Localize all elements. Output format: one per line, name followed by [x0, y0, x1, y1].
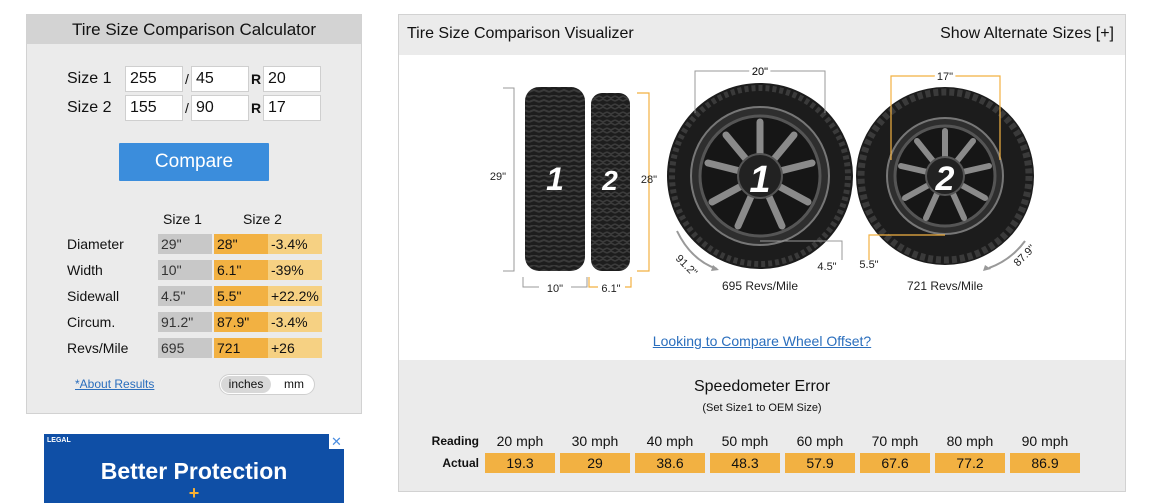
size-2-aspect-input[interactable]: 90	[191, 95, 249, 121]
ad-tag: LEGAL	[47, 437, 71, 444]
actual-value: 67.6	[860, 453, 930, 473]
wheel-2-revs-per-mile: 721 Revs/Mile	[907, 279, 983, 293]
reading-value: 30 mph	[571, 433, 619, 449]
result-name: Revs/Mile	[67, 340, 129, 356]
speedometer-error-section: Speedometer Error (Set Size1 to OEM Size…	[399, 360, 1125, 491]
reading-value: 70 mph	[871, 433, 919, 449]
side-tire-2-diameter: 28"	[641, 174, 657, 186]
actual-value: 57.9	[785, 453, 855, 473]
units-toggle[interactable]: inches mm	[219, 374, 315, 395]
size-1-aspect-input[interactable]: 45	[191, 66, 249, 92]
wheel-2-circumference: 87.9"	[1012, 243, 1038, 269]
reading-value: 40 mph	[646, 433, 694, 449]
result-size-1-value: 29"	[158, 234, 212, 254]
visualizer-panel: Tire Size Comparison Visualizer Show Alt…	[398, 14, 1126, 492]
result-name: Sidewall	[67, 288, 120, 304]
actual-value: 48.3	[710, 453, 780, 473]
advertisement-banner[interactable]: LEGAL ✕ Better Protection +	[44, 434, 344, 503]
side-tire-2: 2	[591, 93, 630, 271]
result-size-1-value: 10"	[158, 260, 212, 280]
wheel-1-number: 1	[749, 159, 770, 201]
size-1-row: Size 1 255 / 45 R 20	[67, 66, 321, 92]
result-size-1-value: 4.5"	[158, 286, 212, 306]
wheel-1-rim-size-text: 20"	[752, 66, 768, 78]
size-2-label: Size 2	[67, 99, 112, 116]
visualizer-header: Tire Size Comparison Visualizer Show Alt…	[399, 15, 1125, 55]
wheel-1-revs-per-mile: 695 Revs/Mile	[722, 279, 798, 293]
units-option-mm[interactable]: mm	[284, 376, 304, 393]
result-name: Diameter	[67, 236, 124, 252]
size-2-row: Size 2 155 / 90 R 17	[67, 95, 321, 121]
wheel-2-rim-size: 17"	[937, 71, 953, 83]
speedometer-title: Speedometer Error	[693, 378, 831, 395]
actual-value: 38.6	[635, 453, 705, 473]
result-size-2-value: 28"	[214, 234, 268, 254]
compare-wheel-offset-link[interactable]: Looking to Compare Wheel Offset?	[399, 333, 1125, 349]
actual-value: 77.2	[935, 453, 1005, 473]
reading-value: 20 mph	[496, 433, 544, 449]
size-2-width-input[interactable]: 155	[125, 95, 183, 121]
calculator-title: Tire Size Comparison Calculator	[27, 15, 361, 44]
result-row-diameter: Diameter 29" 28" -3.4%	[67, 234, 322, 254]
result-difference: +26	[268, 338, 322, 358]
result-name: Circum.	[67, 314, 116, 330]
result-name: Width	[67, 262, 103, 278]
result-row-width: Width 10" 6.1" -39%	[67, 260, 322, 280]
actual-label: Actual	[442, 456, 479, 470]
result-size-2-value: 5.5"	[214, 286, 268, 306]
reading-label: Reading	[431, 434, 479, 448]
ad-plus-icon: +	[188, 483, 200, 503]
side-tire-1-number: 1	[546, 161, 564, 197]
size-1-label: Size 1	[67, 70, 112, 87]
result-difference: +22.2%	[268, 286, 322, 306]
result-row-revs-per-mile: Revs/Mile 695 721 +26	[67, 338, 322, 358]
result-size-2-value: 87.9"	[214, 312, 268, 332]
units-option-inches[interactable]: inches	[221, 376, 271, 393]
result-size-1-value: 91.2"	[158, 312, 212, 332]
side-tire-1-width: 10"	[547, 283, 563, 295]
result-difference: -3.4%	[268, 312, 322, 332]
visualizer-title: Tire Size Comparison Visualizer	[407, 25, 634, 42]
result-size-1-value: 695	[158, 338, 212, 358]
visualizer-stage: 1 2 29" 28" 10" 6.1" 1 20" 20" 4.5" 91.2…	[399, 55, 1125, 360]
reading-value: 60 mph	[796, 433, 844, 449]
actual-value: 19.3	[485, 453, 555, 473]
wheel-2-sidewall: 5.5"	[859, 259, 878, 271]
results-header-size-2: Size 2	[243, 211, 282, 227]
side-tire-2-width: 6.1"	[601, 283, 620, 295]
side-tire-1-diameter: 29"	[490, 171, 506, 183]
calculator-panel: Tire Size Comparison Calculator Size 1 2…	[26, 14, 362, 414]
size-1-rim-input[interactable]: 20	[263, 66, 321, 92]
tire-illustration: 1 2 29" 28" 10" 6.1" 1 20" 20" 4.5" 91.2…	[490, 63, 1038, 295]
result-row-sidewall: Sidewall 4.5" 5.5" +22.2%	[67, 286, 322, 306]
show-alternate-sizes-link[interactable]: Show Alternate Sizes [+]	[940, 25, 1114, 43]
reading-value: 90 mph	[1021, 433, 1069, 449]
ad-close-icon[interactable]: ✕	[329, 434, 344, 449]
results-header-size-1: Size 1	[163, 211, 202, 227]
result-size-2-value: 721	[214, 338, 268, 358]
side-tire-1: 1	[525, 87, 585, 271]
rim-prefix: R	[250, 100, 262, 116]
side-tire-2-number: 2	[601, 165, 618, 196]
ad-headline: Better Protection	[100, 458, 288, 484]
size-2-rim-input[interactable]: 17	[263, 95, 321, 121]
wheel-1-sidewall: 4.5"	[817, 261, 836, 273]
actual-value: 86.9	[1010, 453, 1080, 473]
slash-separator: /	[185, 71, 189, 87]
size-1-width-input[interactable]: 255	[125, 66, 183, 92]
rim-prefix: R	[250, 71, 262, 87]
about-results-link[interactable]: *About Results	[75, 377, 154, 391]
actual-value: 29	[560, 453, 630, 473]
wheel-2: 2	[856, 87, 1034, 265]
result-size-2-value: 6.1"	[214, 260, 268, 280]
result-difference: -3.4%	[268, 234, 322, 254]
result-difference: -39%	[268, 260, 322, 280]
slash-separator: /	[185, 100, 189, 116]
wheel-2-number: 2	[935, 160, 955, 198]
reading-value: 80 mph	[946, 433, 994, 449]
speedometer-subtitle: (Set Size1 to OEM Size)	[702, 402, 822, 414]
reading-value: 50 mph	[721, 433, 769, 449]
result-row-circumference: Circum. 91.2" 87.9" -3.4%	[67, 312, 322, 332]
compare-button[interactable]: Compare	[119, 143, 269, 181]
